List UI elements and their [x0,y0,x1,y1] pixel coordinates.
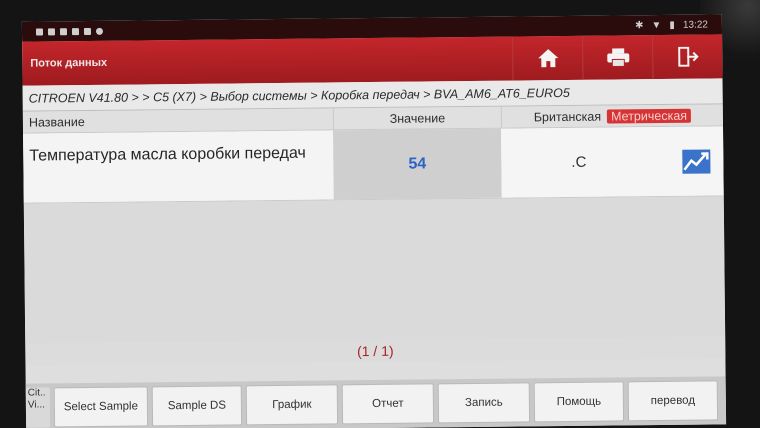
page-title: Поток данных [30,56,108,70]
help-button[interactable]: Помощь [533,381,625,423]
vehicle-info-button[interactable]: Cit.. Vi... [25,387,51,428]
column-header-name: Название [28,114,85,130]
bluetooth-icon: ✱ [635,19,644,31]
graph-trend-icon[interactable] [681,148,711,174]
translate-button[interactable]: перевод [627,380,719,422]
exit-button[interactable] [652,34,723,80]
wifi-icon: ▼ [651,19,662,31]
column-header-value: Значение [332,106,502,130]
battery-icon: ▮ [669,19,675,31]
column-header-unit: Британская Метрическая [500,104,723,128]
empty-list-area [23,196,726,344]
print-button[interactable] [582,35,653,80]
title-actions [512,34,723,81]
notification-icon [59,27,68,35]
home-button[interactable] [512,35,583,81]
vehicle-info-line1: Cit.. [27,387,46,399]
unit-british-toggle[interactable]: Британская [534,109,601,124]
select-sample-button[interactable]: Select Sample [53,386,149,428]
report-button[interactable]: Отчет [341,383,435,425]
sample-ds-button[interactable]: Sample DS [151,385,243,427]
parameter-unit: .C [571,153,587,171]
notification-icon [35,27,44,36]
search-icon [95,27,104,35]
graph-button[interactable]: График [245,384,339,426]
bottom-toolbar: Cit.. Vi... Select Sample Sample DS Граф… [25,376,727,428]
notification-icon [47,27,56,35]
print-icon [606,48,629,68]
notification-icons [35,27,104,36]
parameter-value: 54 [333,128,502,200]
unit-metric-toggle[interactable]: Метрическая [606,108,692,124]
home-icon [537,49,558,68]
clock: 13:22 [682,18,708,31]
parameter-unit-cell: .C [501,126,724,198]
system-status: ✱ ▼ ▮ 13:22 [635,19,708,31]
record-button[interactable]: Запись [437,382,531,424]
notification-icon [83,27,92,35]
notification-icon [71,27,80,35]
exit-icon [677,46,699,67]
device-screen: ✱ ▼ ▮ 13:22 Поток данных CITROEN V41.80 … [21,14,727,428]
title-bar: Поток данных [22,34,723,86]
vehicle-info-line2: Vi... [27,399,45,411]
parameter-name: Температура масла коробки передач [23,130,334,203]
table-row[interactable]: Температура масла коробки передач 54 .C [23,126,724,204]
